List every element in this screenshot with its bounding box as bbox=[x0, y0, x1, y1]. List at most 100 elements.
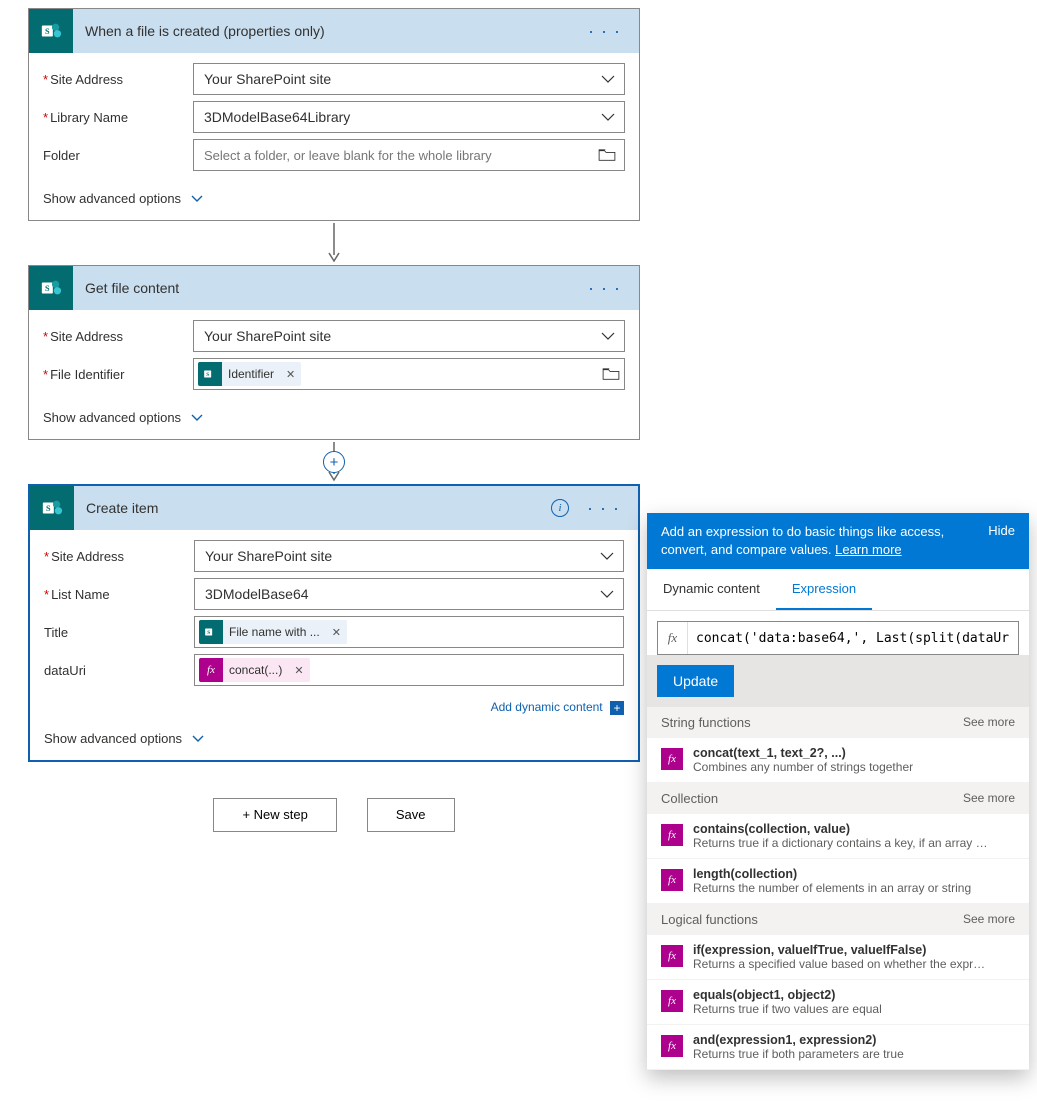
chevron-down-icon bbox=[191, 191, 203, 206]
svg-text:S: S bbox=[207, 630, 210, 636]
function-description: Returns the number of elements in an arr… bbox=[693, 881, 971, 895]
svg-text:S: S bbox=[206, 372, 209, 378]
bottom-buttons: + New step Save bbox=[28, 798, 640, 832]
site-address-dropdown[interactable]: Your SharePoint site bbox=[193, 320, 625, 352]
field-label: *Library Name bbox=[43, 110, 193, 125]
sharepoint-icon: S bbox=[30, 486, 74, 530]
plus-icon[interactable]: + bbox=[610, 701, 624, 715]
expression-panel: Add an expression to do basic things lik… bbox=[647, 513, 1029, 1070]
card-menu-button[interactable]: · · · bbox=[582, 17, 627, 46]
card-menu-button[interactable]: · · · bbox=[581, 494, 626, 523]
field-label: Folder bbox=[43, 148, 193, 163]
tab-dynamic-content[interactable]: Dynamic content bbox=[647, 569, 776, 610]
function-description: Combines any number of strings together bbox=[693, 760, 913, 774]
see-more-link[interactable]: See more bbox=[963, 912, 1015, 927]
card-header[interactable]: S Create item i · · · bbox=[30, 486, 638, 530]
svg-text:S: S bbox=[46, 504, 51, 513]
sharepoint-icon: S bbox=[29, 266, 73, 310]
site-address-dropdown[interactable]: Your SharePoint site bbox=[194, 540, 624, 572]
chip-remove-button[interactable]: ✕ bbox=[280, 368, 301, 381]
function-signature: equals(object1, object2) bbox=[693, 988, 882, 1002]
expression-panel-header: Add an expression to do basic things lik… bbox=[647, 513, 1029, 569]
file-identifier-input[interactable]: S Identifier ✕ bbox=[193, 358, 625, 390]
show-advanced-toggle[interactable]: Show advanced options bbox=[30, 723, 638, 760]
panel-tabs: Dynamic content Expression bbox=[647, 569, 1029, 611]
library-name-dropdown[interactable]: 3DModelBase64Library bbox=[193, 101, 625, 133]
card-body: *Site Address Your SharePoint site *List… bbox=[30, 530, 638, 698]
fx-icon: fx bbox=[661, 990, 683, 1012]
update-button[interactable]: Update bbox=[657, 665, 734, 697]
function-category: String functionsSee more bbox=[647, 707, 1029, 738]
save-button[interactable]: Save bbox=[367, 798, 455, 832]
function-item[interactable]: fxconcat(text_1, text_2?, ...)Combines a… bbox=[647, 738, 1029, 783]
expression-chip-concat[interactable]: fx concat(...) ✕ bbox=[199, 658, 310, 682]
function-description: Returns true if a dictionary contains a … bbox=[693, 836, 988, 850]
site-address-dropdown[interactable]: Your SharePoint site bbox=[193, 63, 625, 95]
function-item[interactable]: fxif(expression, valueIfTrue, valueIfFal… bbox=[647, 935, 1029, 980]
chevron-down-icon bbox=[191, 410, 203, 425]
card-body: *Site Address Your SharePoint site *Libr… bbox=[29, 53, 639, 183]
field-label: *Site Address bbox=[43, 329, 193, 344]
flow-canvas: S When a file is created (properties onl… bbox=[0, 0, 640, 872]
chevron-down-icon bbox=[600, 71, 616, 87]
function-list[interactable]: String functionsSee morefxconcat(text_1,… bbox=[647, 707, 1029, 1070]
show-advanced-toggle[interactable]: Show advanced options bbox=[29, 183, 639, 220]
fx-icon: fx bbox=[661, 869, 683, 891]
chevron-down-icon bbox=[192, 731, 204, 746]
show-advanced-toggle[interactable]: Show advanced options bbox=[29, 402, 639, 439]
hide-panel-button[interactable]: Hide bbox=[988, 523, 1015, 538]
field-label: *Site Address bbox=[44, 549, 194, 564]
see-more-link[interactable]: See more bbox=[963, 715, 1015, 730]
title-input[interactable]: S File name with ... ✕ bbox=[194, 616, 624, 648]
expression-input-row: fx bbox=[657, 621, 1019, 655]
card-header[interactable]: S When a file is created (properties onl… bbox=[29, 9, 639, 53]
folder-input[interactable]: Select a folder, or leave blank for the … bbox=[193, 139, 625, 171]
connector-arrow: + bbox=[28, 440, 640, 484]
info-icon[interactable]: i bbox=[551, 499, 569, 517]
card-title: When a file is created (properties only) bbox=[73, 23, 582, 39]
datauri-input[interactable]: fx concat(...) ✕ bbox=[194, 654, 624, 686]
card-when-file-created: S When a file is created (properties onl… bbox=[28, 8, 640, 221]
card-title: Create item bbox=[74, 500, 551, 516]
sharepoint-icon: S bbox=[29, 9, 73, 53]
function-item[interactable]: fx length(collection)Returns the number o… bbox=[647, 859, 1029, 904]
field-label: *File Identifier bbox=[43, 367, 193, 382]
function-signature: concat(text_1, text_2?, ...) bbox=[693, 746, 913, 760]
function-item[interactable]: fxcontains(collection, value)Returns tru… bbox=[647, 814, 1029, 859]
expression-input[interactable] bbox=[688, 622, 1018, 654]
add-step-button[interactable]: + bbox=[323, 451, 345, 473]
function-item[interactable]: fx and(expression1, expression2)Returns t… bbox=[647, 1025, 1029, 1070]
fx-icon: fx bbox=[661, 824, 683, 846]
function-description: Returns a specified value based on wheth… bbox=[693, 957, 988, 971]
card-menu-button[interactable]: · · · bbox=[582, 274, 627, 303]
fx-icon: fx bbox=[199, 658, 223, 682]
function-description: Returns true if two values are equal bbox=[693, 1002, 882, 1016]
sharepoint-icon: S bbox=[198, 362, 222, 386]
field-label: Title bbox=[44, 625, 194, 640]
function-description: Returns true if both parameters are true bbox=[693, 1047, 904, 1061]
function-signature: and(expression1, expression2) bbox=[693, 1033, 904, 1047]
tab-expression[interactable]: Expression bbox=[776, 569, 872, 610]
fx-icon: fx bbox=[661, 1035, 683, 1057]
fx-icon: fx bbox=[658, 622, 688, 654]
chip-remove-button[interactable]: ✕ bbox=[326, 626, 347, 639]
svg-text:S: S bbox=[45, 284, 50, 293]
chevron-down-icon bbox=[599, 586, 615, 602]
see-more-link[interactable]: See more bbox=[963, 791, 1015, 806]
chip-remove-button[interactable]: ✕ bbox=[288, 664, 309, 677]
function-signature: length(collection) bbox=[693, 867, 971, 881]
new-step-button[interactable]: + New step bbox=[213, 798, 336, 832]
dynamic-chip-filename[interactable]: S File name with ... ✕ bbox=[199, 620, 347, 644]
add-dynamic-content-link[interactable]: Add dynamic content bbox=[491, 700, 603, 714]
dynamic-chip-identifier[interactable]: S Identifier ✕ bbox=[198, 362, 301, 386]
card-header[interactable]: S Get file content · · · bbox=[29, 266, 639, 310]
list-name-dropdown[interactable]: 3DModelBase64 bbox=[194, 578, 624, 610]
field-label: *List Name bbox=[44, 587, 194, 602]
expression-help-text: Add an expression to do basic things lik… bbox=[661, 524, 944, 557]
function-item[interactable]: fx equals(object1, object2)Returns true i… bbox=[647, 980, 1029, 1025]
card-body: *Site Address Your SharePoint site *File… bbox=[29, 310, 639, 402]
card-create-item: S Create item i · · · *Site Address Your… bbox=[28, 484, 640, 762]
field-label: *Site Address bbox=[43, 72, 193, 87]
function-signature: if(expression, valueIfTrue, valueIfFalse… bbox=[693, 943, 988, 957]
learn-more-link[interactable]: Learn more bbox=[835, 542, 901, 557]
